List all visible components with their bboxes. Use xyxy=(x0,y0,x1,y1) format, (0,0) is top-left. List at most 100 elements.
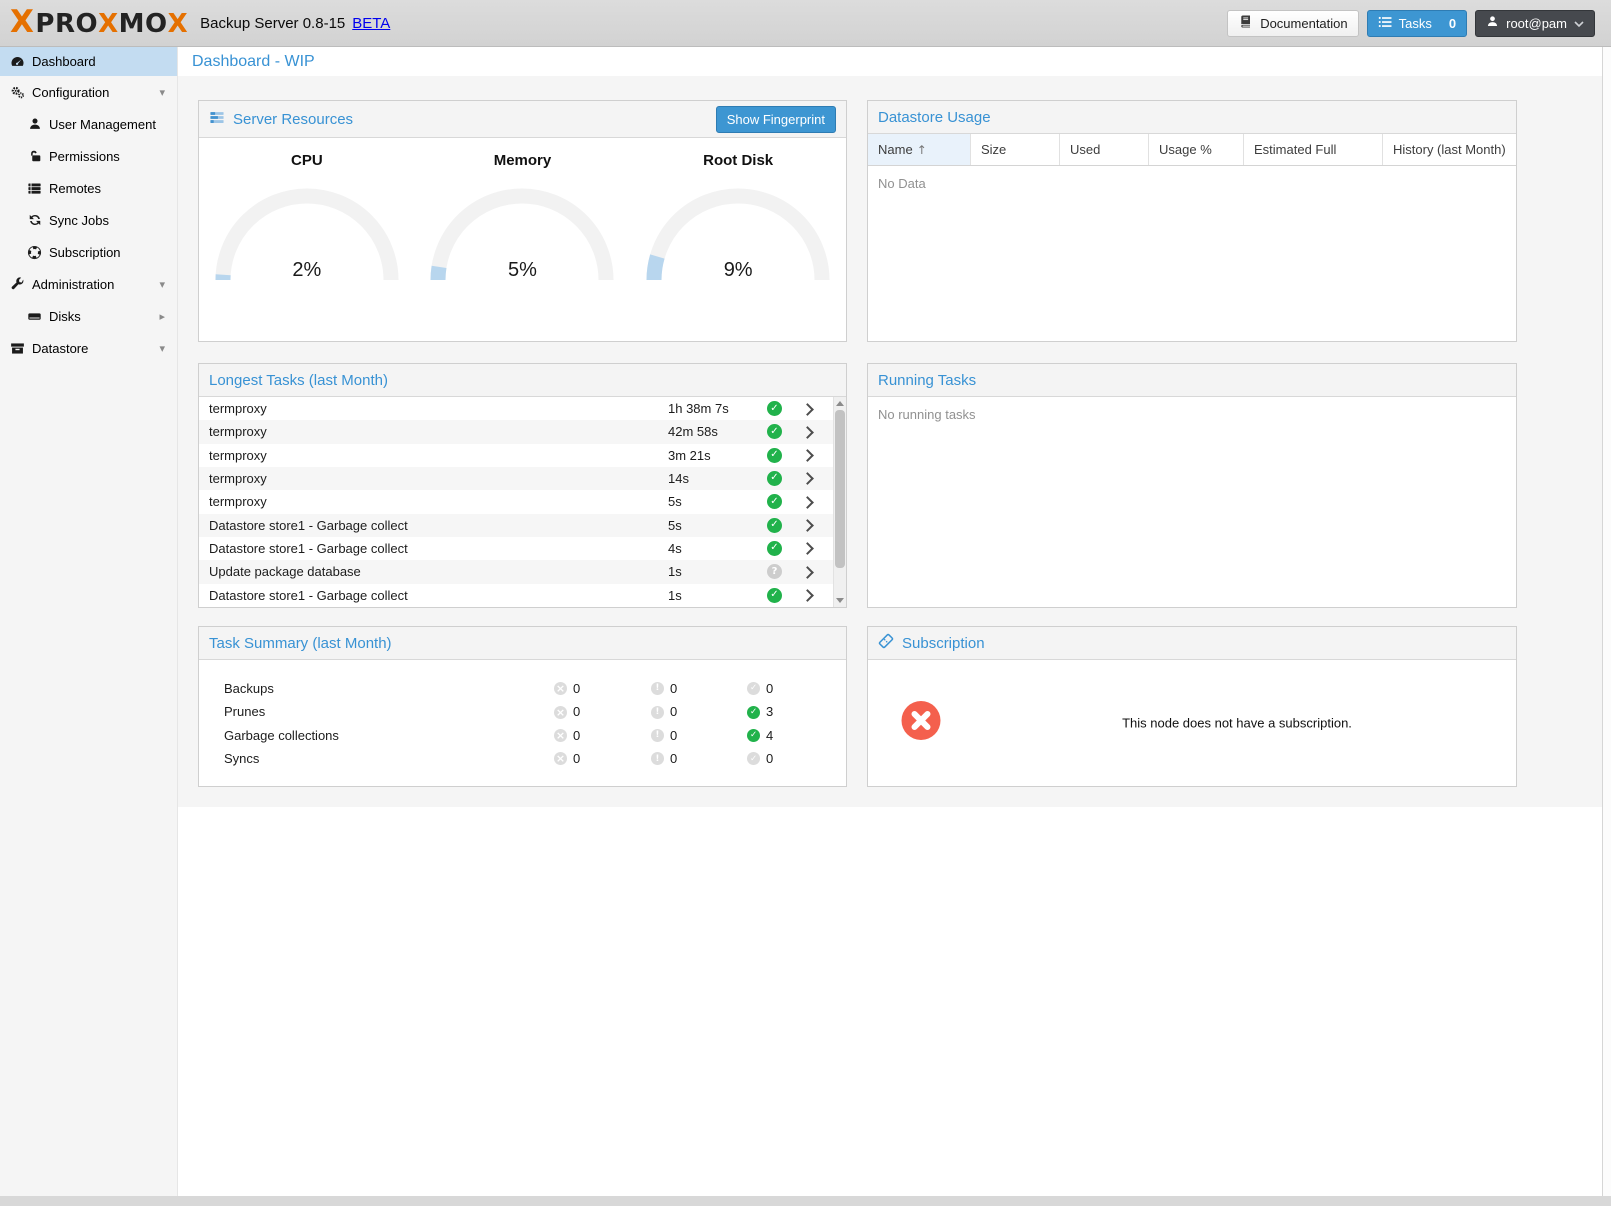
tasks-button[interactable]: Tasks 0 xyxy=(1367,10,1467,37)
tasks-count-badge: 0 xyxy=(1449,16,1456,31)
scrollbar-thumb[interactable] xyxy=(835,410,845,568)
longest-tasks-list: termproxy1h 38m 7s termproxy42m 58s term… xyxy=(199,397,846,607)
column-header-usage[interactable]: Usage % xyxy=(1149,134,1244,165)
error-count-icon xyxy=(554,682,567,695)
user-icon xyxy=(1486,15,1499,31)
scroll-down-arrow[interactable] xyxy=(836,598,844,603)
sidebar-item-remotes[interactable]: Remotes xyxy=(0,172,177,204)
bottom-scrollbar-track[interactable] xyxy=(0,1196,1611,1206)
task-row[interactable]: termproxy1h 38m 7s xyxy=(199,397,833,420)
no-data-text: No Data xyxy=(868,166,1516,201)
running-tasks-panel: Running Tasks No running tasks xyxy=(867,363,1517,608)
no-subscription-x-icon xyxy=(901,701,941,746)
proxmox-logo: XPROXMOX xyxy=(10,0,188,48)
sidebar-item-permissions[interactable]: Permissions xyxy=(0,140,177,172)
support-ring-icon xyxy=(26,245,43,260)
chevron-right-icon[interactable] xyxy=(801,566,814,579)
chevron-right-icon[interactable] xyxy=(801,519,814,532)
task-row[interactable]: termproxy3m 21s xyxy=(199,444,833,467)
proxmox-backup-dashboard: XPROXMOX Backup Server 0.8-15 BETA Docum… xyxy=(0,0,1611,1206)
cpu-gauge: CPU 2% xyxy=(205,152,408,284)
book-icon xyxy=(1238,14,1253,32)
main-scrollbar-track[interactable] xyxy=(1602,47,1611,1196)
cpu-gauge-value: 2% xyxy=(212,259,402,282)
memory-gauge-value: 5% xyxy=(427,259,617,282)
datastore-table-header: Name↑ Size Used Usage % Estimated Full H… xyxy=(868,134,1516,166)
expander-down-icon: ▾ xyxy=(159,342,165,355)
column-header-name[interactable]: Name↑ xyxy=(868,134,971,165)
chevron-right-icon[interactable] xyxy=(801,426,814,439)
column-header-estimated-full[interactable]: Estimated Full xyxy=(1244,134,1383,165)
task-row[interactable]: termproxy5s xyxy=(199,490,833,513)
column-header-size[interactable]: Size xyxy=(971,134,1060,165)
status-ok-icon xyxy=(767,401,782,416)
warning-count-icon xyxy=(651,682,664,695)
chevron-right-icon[interactable] xyxy=(801,403,814,416)
subscription-body: This node does not have a subscription. xyxy=(868,660,1516,786)
product-name: Backup Server 0.8-15 xyxy=(200,15,345,32)
ok-count-icon xyxy=(747,752,760,765)
status-ok-icon xyxy=(767,448,782,463)
warning-count-icon xyxy=(651,752,664,765)
summary-row-syncs: Syncs 0 0 0 xyxy=(199,747,846,770)
task-row[interactable]: Datastore store1 - Garbage collect1s xyxy=(199,584,833,607)
datastore-usage-panel: Datastore Usage Name↑ Size Used Usage % … xyxy=(867,100,1517,342)
sidebar-item-subscription[interactable]: Subscription xyxy=(0,236,177,268)
show-fingerprint-button[interactable]: Show Fingerprint xyxy=(716,106,836,133)
task-row[interactable]: termproxy14s xyxy=(199,467,833,490)
longest-tasks-panel: Longest Tasks (last Month) termproxy1h 3… xyxy=(198,363,847,608)
chevron-down-icon xyxy=(1574,16,1584,31)
error-count-icon xyxy=(554,729,567,742)
panel-title: Longest Tasks (last Month) xyxy=(209,372,388,389)
status-ok-icon xyxy=(767,471,782,486)
column-header-history[interactable]: History (last Month) xyxy=(1383,134,1516,165)
no-running-tasks-text: No running tasks xyxy=(868,397,1516,432)
server-list-icon xyxy=(26,181,43,196)
resources-bars-icon xyxy=(209,110,225,129)
error-count-icon xyxy=(554,706,567,719)
summary-row-garbage-collections: Garbage collections 0 0 4 xyxy=(199,724,846,747)
sidebar-item-disks[interactable]: Disks ▸ xyxy=(0,300,177,332)
user-icon xyxy=(26,117,43,131)
task-row[interactable]: Datastore store1 - Garbage collect5s xyxy=(199,514,833,537)
scrollbar-vertical[interactable] xyxy=(833,397,846,607)
sidebar-item-administration[interactable]: Administration ▾ xyxy=(0,268,177,300)
expander-down-icon: ▾ xyxy=(159,278,165,291)
wrench-icon xyxy=(9,277,26,292)
status-ok-icon xyxy=(767,588,782,603)
sidebar-item-user-management[interactable]: User Management xyxy=(0,108,177,140)
expander-right-icon: ▸ xyxy=(159,310,165,323)
sidebar-item-datastore[interactable]: Datastore ▾ xyxy=(0,332,177,364)
unlock-icon xyxy=(26,149,43,164)
chevron-right-icon[interactable] xyxy=(801,473,814,486)
scroll-up-arrow[interactable] xyxy=(836,401,844,406)
chevron-right-icon[interactable] xyxy=(801,543,814,556)
panel-title: Datastore Usage xyxy=(878,109,991,126)
task-summary-header: Task Summary (last Month) xyxy=(199,627,846,660)
longest-tasks-header: Longest Tasks (last Month) xyxy=(199,364,846,397)
chevron-right-icon[interactable] xyxy=(801,496,814,509)
sidebar-item-sync-jobs[interactable]: Sync Jobs xyxy=(0,204,177,236)
summary-row-prunes: Prunes 0 0 3 xyxy=(199,700,846,723)
warning-count-icon xyxy=(651,729,664,742)
sidebar-item-dashboard[interactable]: Dashboard xyxy=(0,47,177,76)
task-row[interactable]: Update package database1s xyxy=(199,560,833,583)
tachometer-icon xyxy=(9,54,26,69)
task-row[interactable]: Datastore store1 - Garbage collect4s xyxy=(199,537,833,560)
task-row[interactable]: termproxy42m 58s xyxy=(199,420,833,443)
hard-disk-icon xyxy=(26,309,43,324)
sidebar-item-configuration[interactable]: Configuration ▾ xyxy=(0,76,177,108)
chevron-right-icon[interactable] xyxy=(801,449,814,462)
documentation-button[interactable]: Documentation xyxy=(1227,10,1358,37)
memory-gauge: Memory 5% xyxy=(421,152,624,284)
expander-down-icon: ▾ xyxy=(159,86,165,99)
sync-icon xyxy=(26,213,43,227)
subscription-header: Subscription xyxy=(868,627,1516,660)
chevron-right-icon[interactable] xyxy=(801,589,814,602)
top-header-bar: XPROXMOX Backup Server 0.8-15 BETA Docum… xyxy=(0,0,1611,47)
beta-link[interactable]: BETA xyxy=(352,15,390,32)
ok-count-icon xyxy=(747,682,760,695)
status-ok-icon xyxy=(767,494,782,509)
column-header-used[interactable]: Used xyxy=(1060,134,1149,165)
user-menu-button[interactable]: root@pam xyxy=(1475,10,1595,37)
